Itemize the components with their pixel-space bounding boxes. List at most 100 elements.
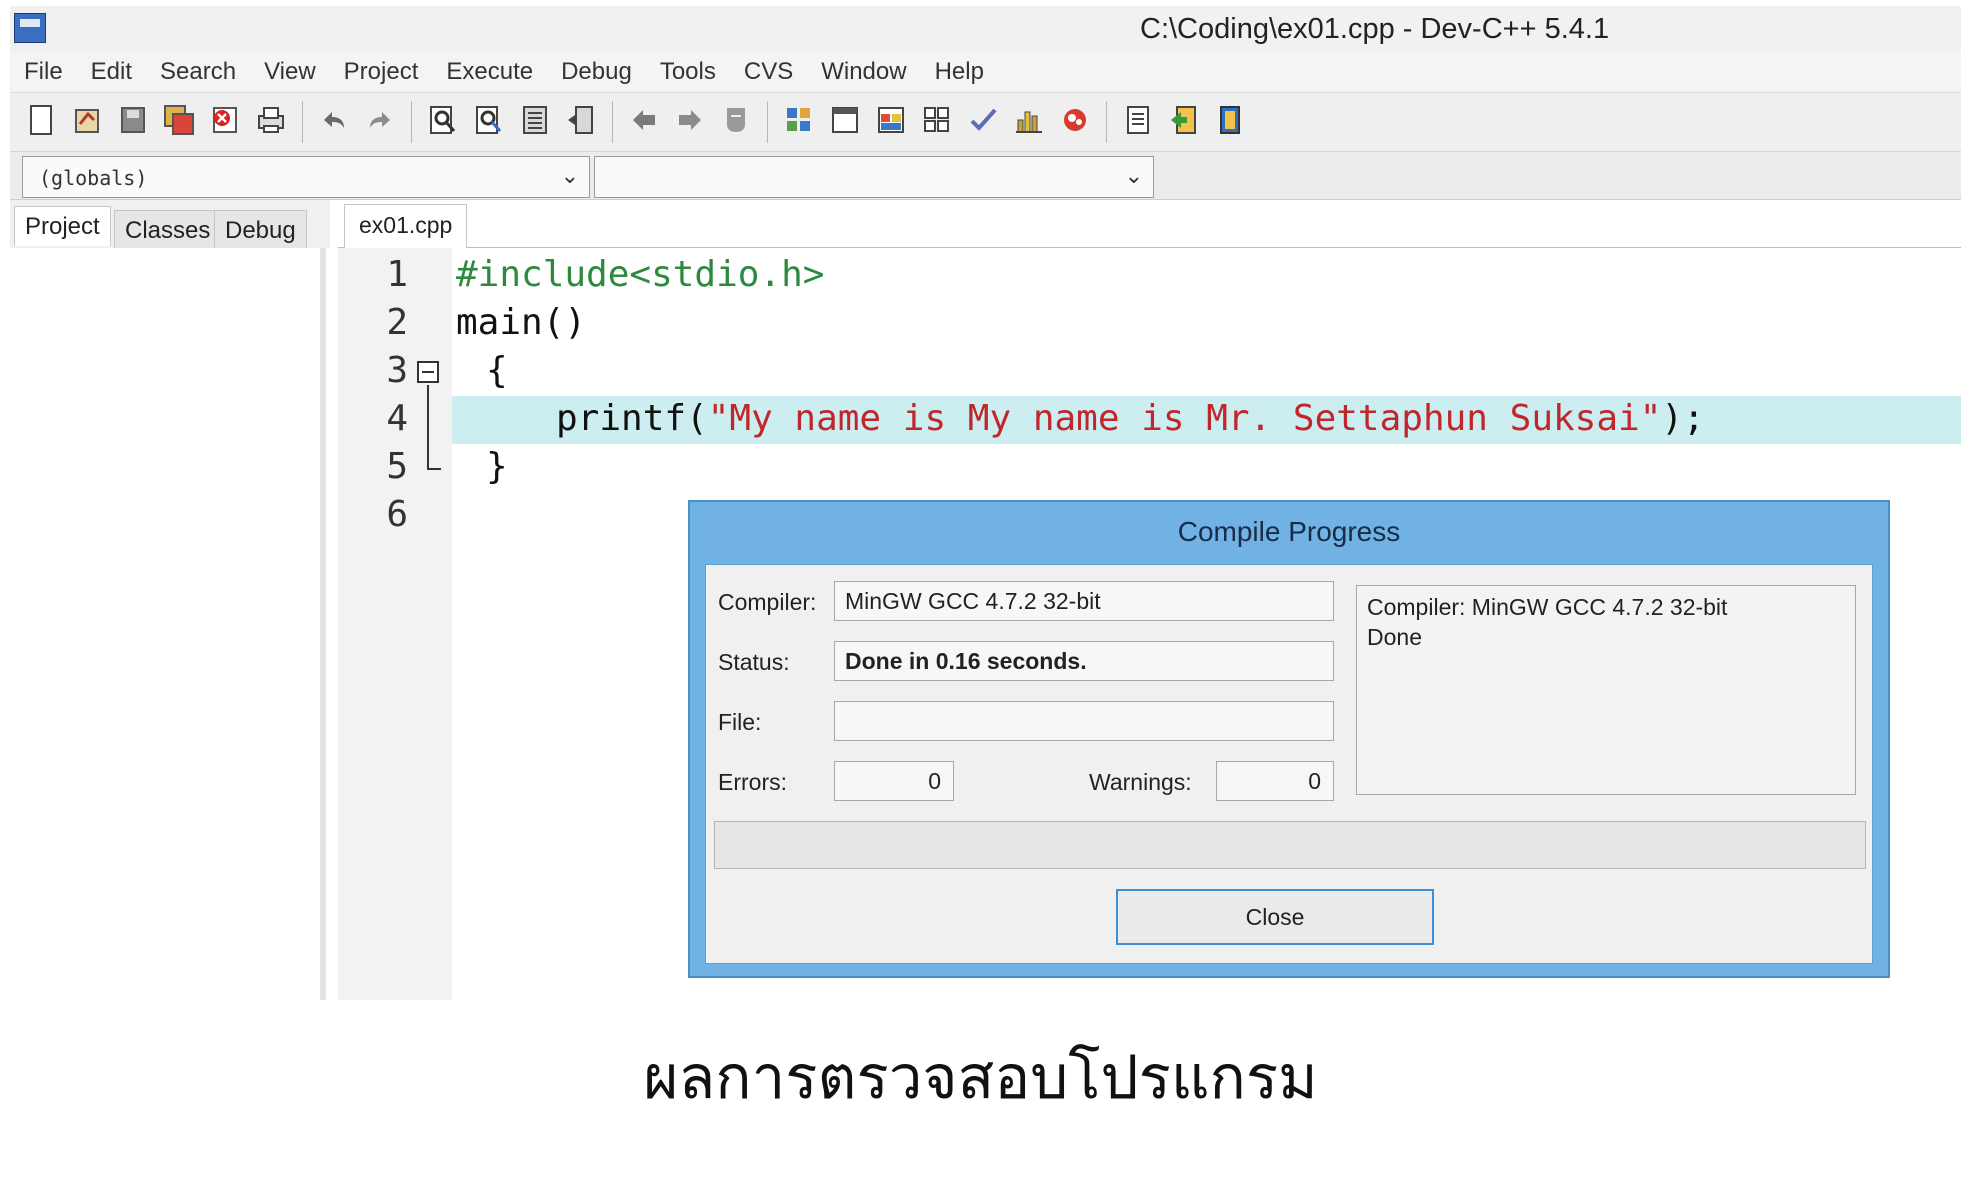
undo-icon [318,104,350,140]
exit-icon [1215,104,1245,140]
line-number: 5 [386,446,408,487]
find-icon [428,104,458,140]
compile-run-icon [876,104,906,140]
toolbar-separator [1106,101,1107,143]
main-toolbar [10,92,1961,152]
new-file-icon [28,104,54,140]
forward-button[interactable] [670,101,710,143]
forward-icon [675,104,705,140]
save-all-button[interactable] [159,101,199,143]
line-number: 3 [386,350,408,391]
log-line: Done [1367,624,1422,650]
menu-tools[interactable]: Tools [646,58,730,86]
line-number: 1 [386,254,408,295]
unindent-button[interactable] [561,101,601,143]
code-line-2: main() [456,302,587,343]
back-button[interactable] [624,101,664,143]
syntax-check-button[interactable] [963,101,1003,143]
function-scope-dropdown[interactable]: ⌄ [594,156,1154,198]
tab-classes[interactable]: Classes [114,210,222,250]
class-scope-value: (globals) [39,166,148,190]
menu-debug[interactable]: Debug [547,58,646,86]
compiler-field: MinGW GCC 4.7.2 32-bit [834,581,1334,621]
compile-button[interactable] [779,101,819,143]
toolbar-buttons [18,97,1253,147]
close-button[interactable]: Close [1116,889,1434,945]
new-file-button[interactable] [21,101,61,143]
find-button[interactable] [423,101,463,143]
tab-project[interactable]: Project [14,206,111,246]
toolbar-separator [302,101,303,143]
new-project-button[interactable] [1118,101,1158,143]
debug-icon [1060,104,1090,140]
profile-icon [1014,104,1044,140]
menu-help[interactable]: Help [921,58,998,86]
menu-view[interactable]: View [250,58,330,86]
toolbar-separator [411,101,412,143]
dialog-title: Compile Progress [1177,516,1401,547]
menu-file[interactable]: File [10,58,77,86]
compile-progress-bar [714,821,1866,869]
menu-execute[interactable]: Execute [432,58,547,86]
menu-cvs[interactable]: CVS [730,58,807,86]
compile-icon [784,104,814,140]
indent-button[interactable] [515,101,555,143]
code-close-paren: ); [1661,398,1705,439]
class-scope-dropdown[interactable]: (globals) ⌄ [22,156,590,198]
save-all-icon [163,104,195,140]
open-file-button[interactable] [67,101,107,143]
close-file-button[interactable] [205,101,245,143]
profile-button[interactable] [1009,101,1049,143]
menu-edit[interactable]: Edit [77,58,146,86]
devcpp-app-icon[interactable] [14,13,46,43]
chevron-down-icon: ⌄ [560,164,579,189]
fold-guide [427,385,429,469]
menu-window[interactable]: Window [807,58,920,86]
line-number: 2 [386,302,408,343]
undo-button[interactable] [314,101,354,143]
menu-search[interactable]: Search [146,58,250,86]
fold-guide-end [427,468,441,470]
compile-progress-dialog: Compile Progress Compiler: MinGW GCC 4.7… [688,500,1890,978]
add-to-project-button[interactable] [1164,101,1204,143]
save-button[interactable] [113,101,153,143]
redo-button[interactable] [360,101,400,143]
warnings-field: 0 [1216,761,1334,801]
debug-button[interactable] [1055,101,1095,143]
file-label: File: [718,709,762,735]
unindent-icon [566,104,596,140]
editor-tabs: ex01.cpp [338,200,1961,249]
status-label: Status: [718,649,790,675]
line-number: 4 [386,398,408,439]
exit-button[interactable] [1210,101,1250,143]
project-browser[interactable] [10,248,326,1000]
line-number: 6 [386,494,408,535]
scope-bar: (globals) ⌄ ⌄ [10,152,1961,200]
code-line-4: printf("My name is My name is Mr. Settap… [556,395,1705,443]
replace-icon [474,104,504,140]
compiler-label: Compiler: [718,589,817,615]
errors-label: Errors: [718,769,787,795]
back-icon [629,104,659,140]
window-title: C:\Coding\ex01.cpp - Dev-C++ 5.4.1 [1140,13,1610,45]
compile-log: Compiler: MinGW GCC 4.7.2 32-bit Done [1356,585,1856,795]
print-button[interactable] [251,101,291,143]
status-field: Done in 0.16 seconds. [834,641,1334,681]
tab-debug[interactable]: Debug [214,210,307,250]
chevron-down-icon: ⌄ [1124,164,1143,189]
devcpp-window: C:\Coding\ex01.cpp - Dev-C++ 5.4.1 File … [0,0,1961,1000]
rebuild-button[interactable] [917,101,957,143]
compile-run-button[interactable] [871,101,911,143]
save-icon [118,104,148,140]
redo-icon [364,104,396,140]
replace-button[interactable] [469,101,509,143]
menu-project[interactable]: Project [330,58,433,86]
errors-field: 0 [834,761,954,801]
run-button[interactable] [825,101,865,143]
new-project-icon [1123,104,1153,140]
tab-ex01-cpp[interactable]: ex01.cpp [344,204,468,249]
menu-bar: File Edit Search View Project Execute De… [10,52,1961,92]
bookmark-button[interactable] [716,101,756,143]
fold-collapse-icon[interactable] [417,361,439,383]
title-bar: C:\Coding\ex01.cpp - Dev-C++ 5.4.1 [10,6,1961,52]
